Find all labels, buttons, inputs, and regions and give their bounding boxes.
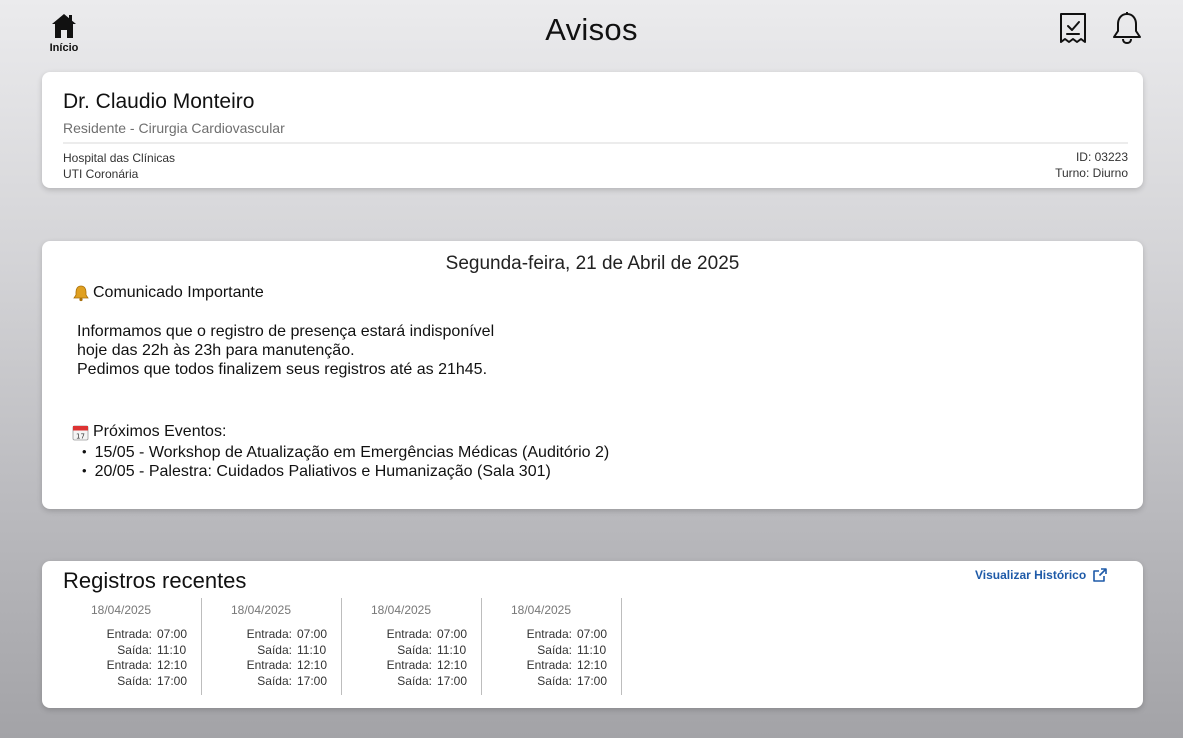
- profile-divider: [63, 142, 1128, 144]
- record-time: 17:00: [577, 673, 608, 688]
- external-link-icon: [1093, 568, 1107, 582]
- record-time: 07:00: [157, 627, 188, 641]
- record-row: Entrada: 12:10: [202, 658, 330, 674]
- events-list: 15/05 - Workshop de Atualização em Emerg…: [82, 443, 610, 481]
- svg-text:17: 17: [76, 432, 85, 440]
- record-time: 11:10: [157, 642, 187, 657]
- record-label: Saída:: [257, 642, 292, 657]
- record-label: Entrada:: [246, 627, 292, 641]
- record-column: 18/04/2025 Entrada: 07:00 Saída: 11:10 Ent…: [482, 598, 622, 695]
- record-time: 12:10: [297, 658, 328, 673]
- records-card: Registros recentes Visualizar Histórico …: [42, 561, 1143, 708]
- record-row: Entrada: 07:00: [342, 627, 470, 643]
- view-history-label: Visualizar Histórico: [975, 568, 1087, 582]
- record-label: Entrada:: [106, 627, 152, 641]
- record-row: Entrada: 07:00: [482, 627, 610, 643]
- record-date: 18/04/2025: [230, 603, 292, 617]
- record-date: 18/04/2025: [90, 603, 152, 617]
- records-title: Registros recentes: [63, 568, 247, 593]
- doctor-role: Residente - Cirurgia Cardiovascular: [63, 120, 285, 136]
- notice-line: Informamos que o registro de presença es…: [77, 323, 495, 340]
- record-label: Saída:: [537, 642, 572, 657]
- staff-id: ID: 03223: [1075, 150, 1128, 164]
- hospital-name: Hospital das Clínicas: [63, 151, 176, 165]
- record-row: Entrada: 12:10: [482, 658, 610, 674]
- record-time: 11:10: [437, 642, 467, 657]
- record-label: Entrada:: [386, 658, 432, 673]
- notice-body: Informamos que o registro de presença es…: [77, 322, 494, 379]
- notice-heading: Comunicado Importante: [72, 284, 264, 302]
- profile-card: Dr. Claudio Monteiro Residente - Cirurgi…: [42, 72, 1143, 188]
- record-time: 07:00: [577, 627, 608, 641]
- record-label: Saída:: [397, 642, 432, 657]
- record-label: Saída:: [537, 673, 572, 688]
- record-column: 18/04/2025 Entrada: 07:00 Saída: 11:10 Ent…: [62, 598, 202, 695]
- record-label: Saída:: [397, 673, 432, 688]
- bell-emoji-icon: [73, 285, 89, 302]
- record-row: Saída: 11:10: [482, 643, 610, 659]
- record-label: Saída:: [117, 673, 152, 688]
- record-label: Entrada:: [526, 658, 572, 673]
- record-time: 17:00: [157, 673, 188, 688]
- record-date: 18/04/2025: [510, 603, 572, 617]
- event-item: 15/05 - Workshop de Atualização em Emerg…: [82, 443, 610, 462]
- events-heading-text: Próximos Eventos:: [93, 423, 227, 440]
- record-row: Entrada: 12:10: [62, 658, 190, 674]
- record-row: Saída: 11:10: [342, 643, 470, 659]
- record-row: Entrada: 07:00: [202, 627, 330, 643]
- record-date: 18/04/2025: [370, 603, 432, 617]
- record-time: 11:10: [577, 642, 607, 657]
- notice-line: Pedimos que todos finalizem seus registr…: [77, 361, 488, 378]
- event-item: 20/05 - Palestra: Cuidados Paliativos e …: [82, 462, 609, 481]
- record-label: Entrada:: [106, 658, 152, 673]
- record-time: 12:10: [437, 658, 468, 673]
- notifications-button[interactable]: [1111, 11, 1143, 45]
- shift-info: Turno: Diurno: [1055, 166, 1128, 180]
- events-heading: 17 Próximos Eventos:: [72, 423, 226, 441]
- notice-heading-text: Comunicado Importante: [93, 284, 264, 301]
- record-times: Entrada: 07:00 Saída: 11:10 Entrada: 12:10 …: [482, 627, 610, 689]
- unit-name: UTI Coronária: [63, 167, 139, 181]
- view-history-link[interactable]: Visualizar Histórico: [975, 567, 1108, 583]
- record-label: Saída:: [257, 673, 292, 688]
- doctor-name: Dr. Claudio Monteiro: [63, 90, 255, 113]
- record-label: Entrada:: [246, 658, 292, 673]
- checklist-icon: [1060, 13, 1086, 43]
- record-row: Saída: 17:00: [482, 674, 610, 690]
- calendar-icon: 17: [72, 425, 89, 440]
- record-row: Saída: 17:00: [62, 674, 190, 690]
- record-time: 12:10: [157, 658, 188, 673]
- record-row: Entrada: 07:00: [62, 627, 190, 643]
- record-time: 17:00: [437, 673, 468, 688]
- record-label: Entrada:: [526, 627, 572, 641]
- record-time: 17:00: [297, 673, 328, 688]
- record-times: Entrada: 07:00 Saída: 11:10 Entrada: 12:10 …: [62, 627, 190, 689]
- top-bar: Início Avisos: [0, 0, 1183, 66]
- bell-icon: [1113, 12, 1141, 45]
- record-row: Entrada: 12:10: [342, 658, 470, 674]
- notice-line: hoje das 22h às 23h para manutenção.: [77, 342, 355, 359]
- record-times: Entrada: 07:00 Saída: 11:10 Entrada: 12:10 …: [342, 627, 470, 689]
- checklist-button[interactable]: [1057, 11, 1089, 45]
- record-row: Saída: 17:00: [342, 674, 470, 690]
- record-row: Saída: 11:10: [62, 643, 190, 659]
- record-time: 07:00: [437, 627, 468, 641]
- record-column: 18/04/2025 Entrada: 07:00 Saída: 11:10 Ent…: [202, 598, 342, 695]
- record-times: Entrada: 07:00 Saída: 11:10 Entrada: 12:10 …: [202, 627, 330, 689]
- record-time: 12:10: [577, 658, 608, 673]
- record-time: 11:10: [297, 642, 327, 657]
- record-row: Saída: 17:00: [202, 674, 330, 690]
- record-column: 18/04/2025 Entrada: 07:00 Saída: 11:10 Ent…: [342, 598, 482, 695]
- notice-card: Segunda-feira, 21 de Abril de 2025 Comun…: [42, 241, 1143, 509]
- record-label: Saída:: [117, 642, 152, 657]
- notice-date: Segunda-feira, 21 de Abril de 2025: [445, 253, 740, 274]
- record-label: Entrada:: [386, 627, 432, 641]
- page-title: Avisos: [545, 12, 638, 47]
- record-time: 07:00: [297, 627, 328, 641]
- record-row: Saída: 11:10: [202, 643, 330, 659]
